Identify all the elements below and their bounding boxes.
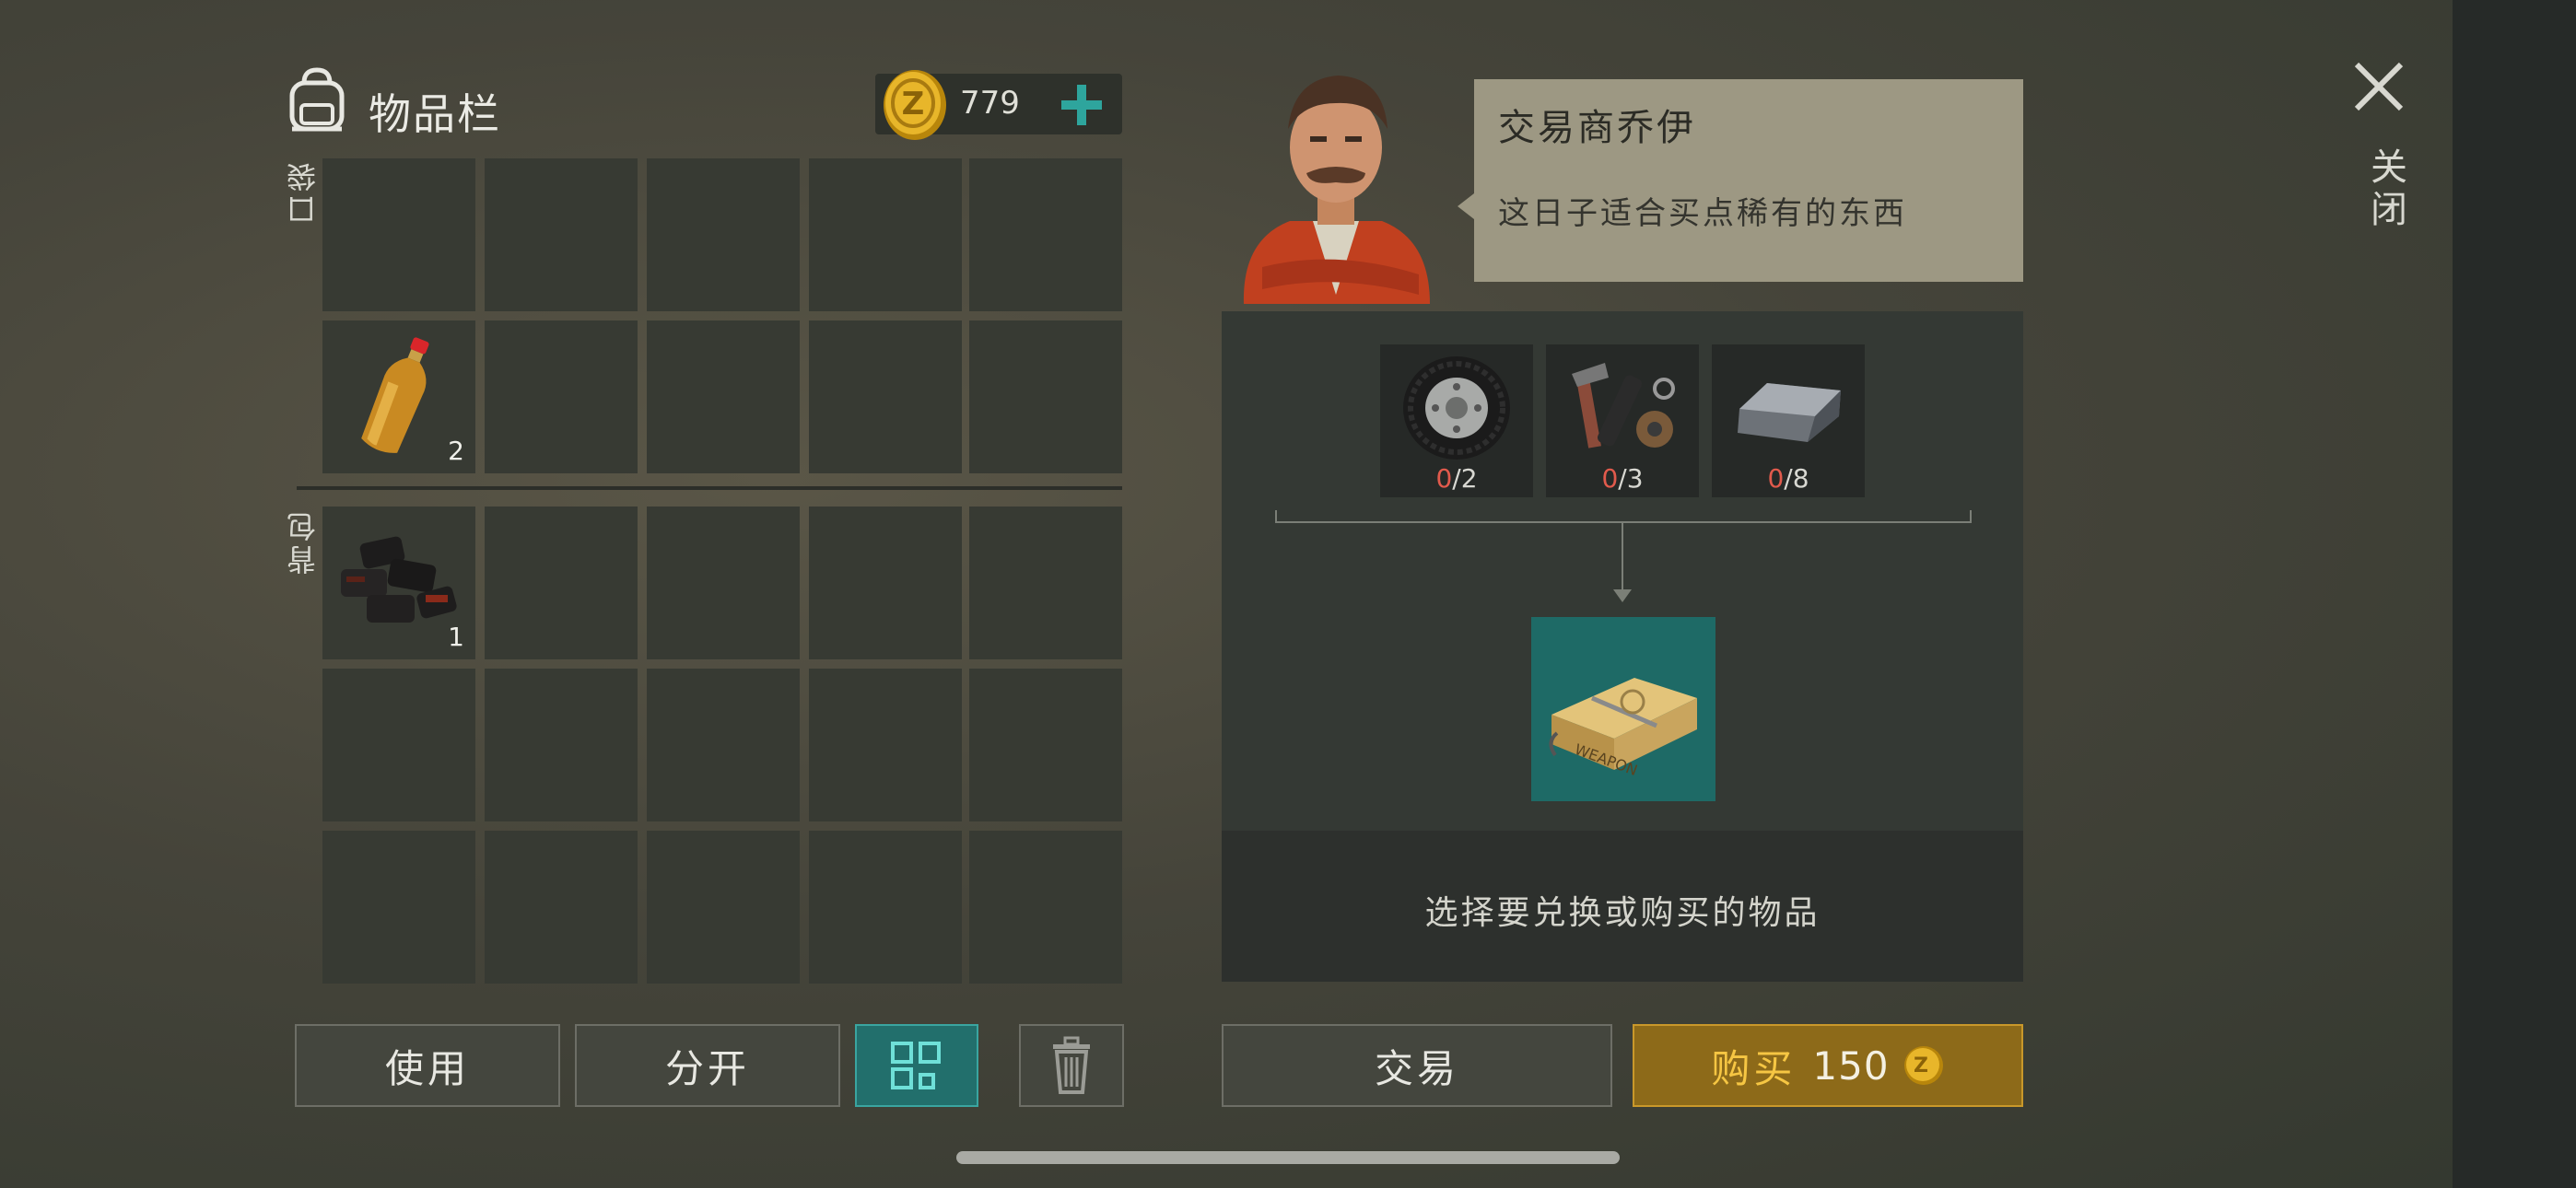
pocket-slot[interactable] [969, 320, 1122, 473]
trash-icon [1053, 1036, 1090, 1094]
required-count: 0/2 [1435, 463, 1478, 494]
bottle-icon [361, 337, 429, 453]
trader-name: 交易商乔伊 [1498, 107, 1696, 149]
backpack-slot[interactable] [485, 831, 638, 984]
home-indicator[interactable] [956, 1151, 1620, 1164]
delete-button[interactable] [1019, 1024, 1124, 1107]
item-quantity: 1 [448, 622, 464, 652]
svg-text:Z: Z [902, 86, 925, 122]
pocket-slot[interactable] [485, 320, 638, 473]
requirements-connector [1275, 510, 1972, 523]
pocket-slot[interactable] [485, 158, 638, 311]
coin-icon: Z [1903, 1046, 1943, 1085]
required-count: 0/8 [1767, 463, 1809, 494]
item-quantity: 2 [448, 436, 464, 466]
down-arrow-icon [1613, 589, 1632, 602]
backpack-slot[interactable] [809, 669, 962, 821]
backpack-slot[interactable] [809, 507, 962, 659]
backpack-slot[interactable] [969, 669, 1122, 821]
backpack-slot[interactable] [809, 831, 962, 984]
trade-button[interactable]: 交易 [1222, 1024, 1612, 1107]
section-divider [297, 486, 1122, 490]
buy-label: 购买 [1711, 1045, 1797, 1091]
required-item-iron[interactable]: 0/8 [1712, 344, 1865, 497]
backpack-slot[interactable] [969, 507, 1122, 659]
backpack-icon [289, 67, 345, 132]
right-side-panel [2453, 0, 2576, 1188]
required-item-tools[interactable]: 0/3 [1546, 344, 1699, 497]
backpack-label: 背包 [286, 508, 321, 575]
backpack-slot[interactable] [969, 831, 1122, 984]
backpack-slot[interactable] [322, 831, 475, 984]
pocket-slot[interactable] [969, 158, 1122, 311]
close-label[interactable]: 关闭 [2359, 147, 2412, 232]
backpack-slot[interactable] [647, 831, 800, 984]
coal-icon [341, 536, 457, 623]
backpack-slot-coal[interactable]: 1 [322, 507, 475, 659]
trade-prompt: 选择要兑换或购买的物品 [1424, 894, 1821, 932]
connector-stem [1622, 523, 1623, 597]
pocket-slot[interactable] [809, 320, 962, 473]
tools-parts-icon [1572, 363, 1675, 448]
tire-icon [1403, 356, 1510, 460]
weapon-crate-icon: WEAPON [1549, 678, 1697, 779]
pocket-slot[interactable] [809, 158, 962, 311]
coin-count: 779 [960, 85, 1020, 122]
backpack-slot[interactable] [647, 507, 800, 659]
pocket-slot[interactable] [647, 158, 800, 311]
backpack-slot[interactable] [485, 507, 638, 659]
buy-price: 150 [1812, 1042, 1890, 1089]
trade-result-item[interactable]: WEAPON [1531, 617, 1715, 801]
inventory-title: 物品栏 [369, 89, 501, 139]
sort-button[interactable] [855, 1024, 978, 1107]
split-button[interactable]: 分开 [575, 1024, 840, 1107]
buy-button[interactable]: 购买 150 Z [1633, 1024, 2023, 1107]
add-coins-button[interactable] [1058, 81, 1106, 129]
pocket-slot[interactable] [322, 158, 475, 311]
required-item-tire[interactable]: 0/2 [1380, 344, 1533, 497]
backpack-slot[interactable] [485, 669, 638, 821]
svg-text:Z: Z [1914, 1054, 1932, 1077]
speech-bubble-tail [1458, 193, 1474, 219]
trader-portrait [1243, 76, 1430, 304]
pocket-label: 口袋 [286, 158, 321, 225]
required-count: 0/3 [1601, 463, 1644, 494]
backpack-slot[interactable] [647, 669, 800, 821]
trader-message: 这日子适合买点稀有的东西 [1498, 195, 1907, 232]
backpack-slot[interactable] [322, 669, 475, 821]
close-icon[interactable] [2351, 59, 2406, 114]
grid-sort-icon [891, 1042, 941, 1089]
iron-ingot-icon [1738, 383, 1841, 442]
use-button[interactable]: 使用 [295, 1024, 560, 1107]
pocket-slot-bottle[interactable]: 2 [322, 320, 475, 473]
coin-icon: Z [884, 70, 946, 140]
pocket-slot[interactable] [647, 320, 800, 473]
